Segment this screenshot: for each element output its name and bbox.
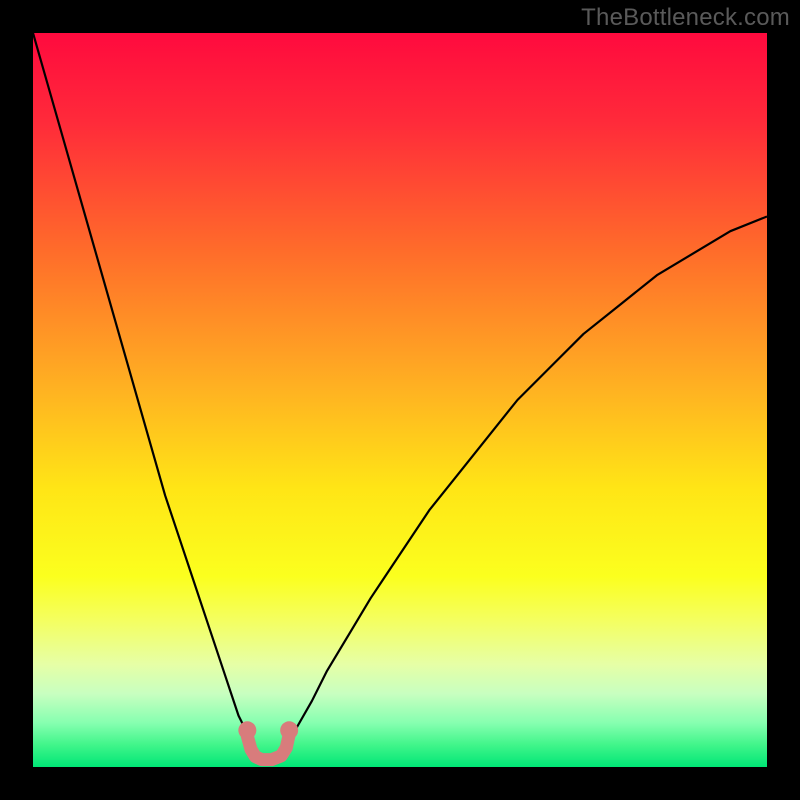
marker-left-endpoint [238, 721, 256, 739]
chart-container: TheBottleneck.com [0, 0, 800, 800]
bottleneck-plot [0, 0, 800, 800]
watermark-label: TheBottleneck.com [581, 4, 790, 32]
gradient-background [33, 33, 767, 767]
marker-right-endpoint [280, 721, 298, 739]
